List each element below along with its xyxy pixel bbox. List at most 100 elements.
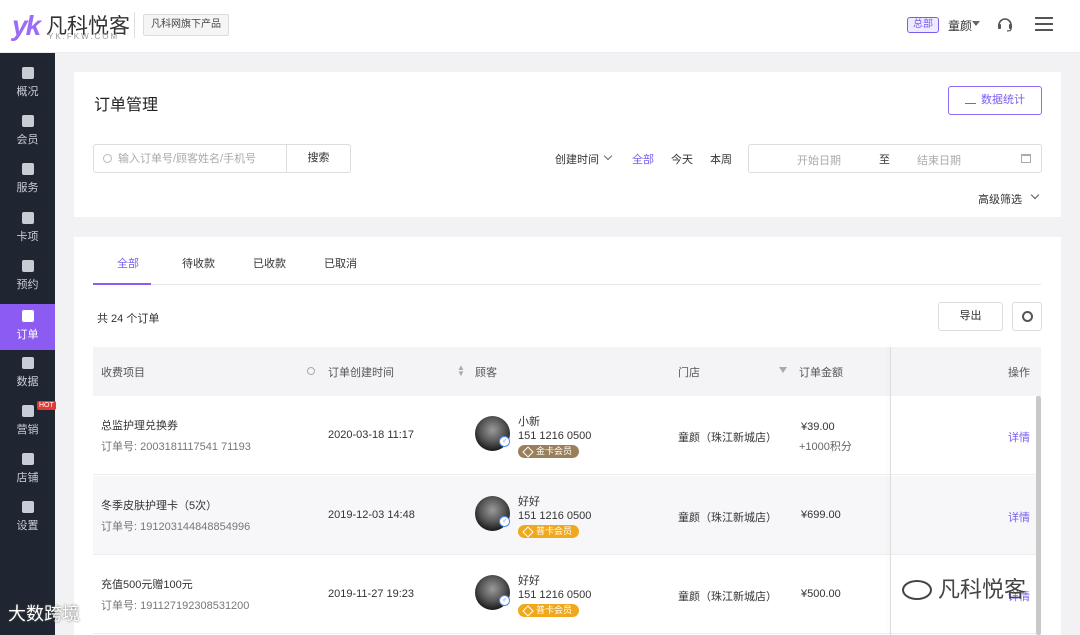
order-amount: ¥699.00: [801, 509, 841, 521]
customer-name: 好好: [518, 496, 540, 508]
calendar-icon: [21, 260, 34, 272]
member-badge: 普卡会员: [518, 525, 580, 538]
tab-all[interactable]: 全部: [117, 255, 139, 271]
tab-pending-payment[interactable]: 待收款: [182, 255, 215, 271]
male-icon: ♂: [499, 436, 510, 447]
bar-chart-icon: [21, 357, 34, 369]
item-name: 冬季皮肤护理卡（5次）: [101, 500, 218, 512]
sidebar-item-label: 订单: [16, 329, 39, 341]
sidebar-item-services[interactable]: 服务: [0, 157, 55, 203]
watermark-right-text: 凡科悦客: [938, 577, 1027, 602]
sidebar-item-label: 概况: [16, 86, 39, 98]
order-amount: ¥500.00: [801, 588, 841, 600]
hq-badge: 总部: [907, 17, 939, 33]
gear-icon: [1022, 311, 1033, 322]
sidebar-item-data[interactable]: 数据: [0, 351, 55, 397]
active-tab-indicator: [93, 283, 151, 285]
date-end-input[interactable]: 结束日期: [917, 152, 961, 168]
logo-subtext: YK.FKW.COM: [48, 32, 120, 41]
order-tabs: 全部 待收款 已收款 已取消: [93, 237, 1041, 285]
sort-icon[interactable]: ▲ ▼: [457, 364, 465, 378]
sidebar-item-appointments[interactable]: 预约: [0, 254, 55, 300]
order-number: 订单号: 191127192308531200: [101, 600, 250, 612]
search-field[interactable]: [93, 144, 287, 173]
customer-name: 好好: [518, 575, 540, 587]
data-stats-button[interactable]: 数据统计: [948, 86, 1042, 115]
item-name: 总监护理兑换券: [101, 420, 178, 432]
megaphone-icon: [21, 405, 34, 417]
headset-icon[interactable]: [996, 15, 1014, 33]
gear-icon: [21, 501, 34, 513]
tab-paid[interactable]: 已收款: [253, 255, 286, 271]
item-name: 充值500元赠100元: [101, 579, 193, 591]
advanced-filter-toggle[interactable]: 高级筛选: [978, 191, 1022, 207]
tab-cancelled[interactable]: 已取消: [324, 255, 357, 271]
table-row: 总监护理兑换券 订单号: 2003181117541 71193 2020-03…: [93, 396, 1041, 475]
sidebar-item-store[interactable]: 店铺: [0, 447, 55, 493]
created-time-filter[interactable]: 创建时间: [555, 151, 599, 167]
search-input[interactable]: [118, 150, 283, 168]
export-button[interactable]: 导出: [938, 302, 1003, 331]
search-icon: [103, 154, 112, 163]
store-name: 童颜（珠江新城店）: [678, 512, 777, 524]
search-icon[interactable]: [307, 367, 315, 375]
document-icon: [21, 310, 34, 322]
sidebar-item-orders[interactable]: 订单: [0, 304, 55, 350]
range-today[interactable]: 今天: [671, 151, 693, 167]
chevron-down-icon[interactable]: [603, 151, 613, 161]
chevron-down-icon[interactable]: [1030, 190, 1040, 200]
user-menu[interactable]: 童颜: [948, 17, 972, 34]
product-tag: 凡科网旗下产品: [143, 14, 229, 36]
app-logo[interactable]: yk 凡科悦客 YK.FKW.COM: [12, 8, 137, 44]
sidebar-item-members[interactable]: 会员: [0, 109, 55, 155]
hot-badge: HOT: [37, 401, 56, 410]
sidebar-item-marketing[interactable]: HOT 营销: [0, 399, 56, 445]
column-header-store: 门店: [678, 367, 700, 379]
sidebar: 概况 会员 服务 卡项 预约 订单 数据 HOT 营销 店铺 设置: [0, 53, 56, 635]
diamond-icon: [21, 115, 34, 127]
hamburger-menu-icon[interactable]: [1035, 17, 1053, 31]
created-time: 2020-03-18 11:17: [328, 429, 415, 441]
created-time: 2019-11-27 19:23: [328, 588, 415, 600]
column-header-created: 订单创建时间: [328, 367, 394, 379]
logo-mark: yk: [12, 10, 41, 41]
range-this-week[interactable]: 本周: [710, 151, 732, 167]
member-badge: 普卡会员: [518, 604, 580, 617]
page-title: 订单管理: [94, 97, 159, 114]
sidebar-item-label: 营销: [16, 424, 39, 436]
male-icon: ♂: [499, 595, 510, 606]
sidebar-item-cards[interactable]: 卡项: [0, 206, 55, 252]
column-header-amount: 订单金额: [799, 367, 843, 379]
sidebar-item-settings[interactable]: 设置: [0, 495, 55, 541]
sidebar-item-overview[interactable]: 概况: [0, 61, 55, 107]
date-start-input[interactable]: 开始日期: [797, 152, 841, 168]
column-settings-button[interactable]: [1012, 302, 1042, 331]
column-header-item: 收费项目: [101, 367, 145, 379]
column-header-customer: 顾客: [475, 367, 497, 379]
filter-panel: 订单管理 数据统计 搜索 创建时间 全部 今天 本周 开始日期 至 结束日期 高…: [74, 72, 1061, 217]
caret-down-icon[interactable]: [972, 21, 980, 26]
range-all[interactable]: 全部: [632, 151, 654, 167]
card-icon: [21, 212, 34, 224]
calendar-icon: [1021, 154, 1031, 163]
sidebar-item-label: 预约: [16, 279, 39, 291]
monitor-icon: [21, 67, 34, 79]
sidebar-item-label: 数据: [16, 376, 39, 388]
sidebar-item-label: 设置: [16, 520, 39, 532]
order-points: +1000积分: [799, 441, 852, 453]
logo-divider: [134, 12, 135, 38]
sidebar-item-label: 店铺: [16, 472, 39, 484]
sidebar-item-label: 卡项: [16, 231, 39, 243]
sidebar-item-label: 服务: [16, 182, 39, 194]
details-link[interactable]: 详情: [1008, 509, 1030, 525]
search-button[interactable]: 搜索: [286, 144, 351, 173]
filter-icon[interactable]: [779, 367, 787, 373]
watermark-right: 凡科悦客: [902, 572, 1026, 604]
order-number: 订单号: 191203144848854996: [101, 521, 251, 533]
column-header-actions: 操作: [1008, 367, 1030, 379]
date-range-picker[interactable]: 开始日期 至 结束日期: [748, 144, 1042, 173]
table-scrollbar[interactable]: [1036, 396, 1041, 635]
store-name: 童颜（珠江新城店）: [678, 432, 777, 444]
details-link[interactable]: 详情: [1008, 429, 1030, 445]
table-header: 收费项目 订单创建时间 ▲ ▼ 顾客 门店 订单金额 操作: [93, 347, 1041, 396]
